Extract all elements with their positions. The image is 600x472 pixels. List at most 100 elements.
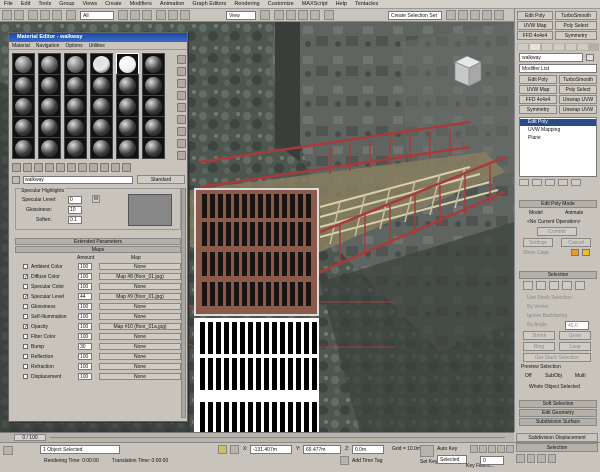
material-sample-slot[interactable] — [90, 137, 113, 159]
cancel-button[interactable]: Cancel — [561, 238, 591, 247]
soft-selection-rollout[interactable]: Soft Selection — [519, 400, 597, 408]
menu-file[interactable]: File — [0, 0, 17, 8]
set-key-button[interactable]: Set Key — [420, 459, 438, 465]
material-sample-slot[interactable] — [90, 95, 113, 117]
material-sample-slot[interactable] — [142, 137, 165, 159]
material-sample-slot[interactable] — [142, 74, 165, 96]
angle-snap-icon[interactable] — [286, 10, 296, 20]
subdivision-displacement-rollout[interactable]: Subdivision Displacement — [516, 433, 598, 442]
material-sample-slot[interactable] — [116, 137, 139, 159]
modify-tab-icon[interactable] — [530, 44, 540, 50]
show-cage-checkbox[interactable]: Show Cage — [523, 250, 549, 256]
map-slot-button[interactable]: None — [99, 343, 181, 350]
ring-button[interactable]: Ring — [523, 342, 555, 351]
reset-material-icon[interactable] — [45, 163, 54, 172]
top-poly-select-button[interactable]: Poly Select — [555, 21, 597, 30]
mode-model-radio[interactable]: Model — [529, 210, 543, 216]
map-amount-field[interactable]: 100 — [78, 283, 92, 290]
hierarchy-tab-icon[interactable] — [542, 44, 552, 50]
map-enable-checkbox[interactable] — [23, 354, 28, 359]
motion-tab-icon[interactable] — [554, 44, 564, 50]
previous-frame-icon[interactable] — [479, 445, 487, 453]
material-sample-slot[interactable] — [12, 116, 35, 138]
bind-icon[interactable] — [52, 10, 62, 20]
by-angle-checkbox[interactable]: By Angle — [527, 322, 547, 328]
menu-group[interactable]: Group — [55, 0, 78, 8]
menu-tentacles[interactable]: Tentacles — [351, 0, 382, 8]
map-amount-field[interactable]: 100 — [78, 363, 92, 370]
modifier-button-poly-select[interactable]: Poly Select — [559, 85, 597, 94]
map-slot-button[interactable]: None — [99, 283, 181, 290]
stack-item-uvw-mapping[interactable]: UVW Mapping — [528, 127, 560, 133]
map-amount-field[interactable]: 100 — [78, 313, 92, 320]
mirror-icon[interactable] — [446, 10, 456, 20]
play-icon[interactable] — [488, 445, 496, 453]
material-sample-slot[interactable] — [64, 95, 87, 117]
map-slot-button[interactable]: Map #10 (floor_01a.jpg) — [99, 323, 181, 330]
map-amount-field[interactable]: 100 — [78, 263, 92, 270]
edit-geometry-rollout[interactable]: Edit Geometry — [519, 409, 597, 417]
add-time-tag-button[interactable]: Add Time Tag — [352, 458, 382, 464]
sample-type-icon[interactable] — [177, 55, 186, 64]
element-level-icon[interactable] — [575, 281, 585, 290]
object-color-swatch[interactable] — [586, 54, 594, 61]
material-sample-slot[interactable] — [142, 53, 165, 75]
selection-bottom-rollout[interactable]: Selection — [516, 443, 598, 452]
map-slot-button[interactable]: Map #8 (floor_01.jpg) — [99, 273, 181, 280]
undo-icon[interactable] — [2, 10, 12, 20]
configure-modifier-sets-icon[interactable] — [571, 179, 581, 186]
map-slot-button[interactable]: None — [99, 263, 181, 270]
align-icon[interactable] — [458, 10, 468, 20]
material-sample-slot[interactable] — [38, 53, 61, 75]
key-selection-dropdown[interactable]: Selected — [437, 455, 467, 464]
auto-key-button[interactable]: Auto Key — [437, 446, 457, 452]
vertex-level-icon[interactable] — [523, 281, 533, 290]
soften-field[interactable]: 0.1 — [68, 216, 82, 224]
me-menu-utilities[interactable]: Utilities — [86, 42, 108, 49]
utilities-tab-icon[interactable] — [578, 44, 588, 50]
video-color-check-icon[interactable] — [177, 103, 186, 112]
top-edit-poly-button[interactable]: Edit Poly — [517, 11, 553, 20]
next-frame-icon[interactable] — [497, 445, 505, 453]
polygon-level-icon[interactable] — [562, 281, 572, 290]
stack-item-plane[interactable]: Plane — [528, 135, 541, 141]
specular-level-map-button[interactable]: M — [92, 195, 100, 203]
glossiness-field[interactable]: 10 — [68, 206, 82, 214]
map-slot-button[interactable]: None — [99, 333, 181, 340]
map-amount-field[interactable]: 100 — [78, 273, 92, 280]
map-amount-field[interactable]: 100 — [78, 323, 92, 330]
edit-poly-mode-rollout[interactable]: Edit Poly Mode — [519, 200, 597, 208]
material-sample-slot[interactable] — [64, 137, 87, 159]
curve-editor-icon[interactable] — [482, 10, 492, 20]
reference-coordinate-dropdown[interactable]: View — [226, 11, 256, 20]
make-preview-icon[interactable] — [177, 115, 186, 124]
material-editor-window[interactable]: Material Editor - walkway Material Naviga… — [8, 32, 188, 422]
rect-select-icon[interactable] — [130, 10, 140, 20]
grow-button[interactable]: Grow — [559, 331, 591, 340]
create-tab-icon[interactable] — [518, 44, 528, 50]
cage-color-swatch[interactable] — [571, 249, 579, 256]
show-end-result-toggle-icon[interactable] — [532, 179, 542, 186]
map-amount-field[interactable]: 100 — [78, 333, 92, 340]
unlink-icon[interactable] — [40, 10, 50, 20]
material-sample-slot[interactable] — [12, 137, 35, 159]
use-stack-selection-checkbox[interactable]: Use Stack Selection — [527, 295, 572, 301]
ignore-backfacing-checkbox[interactable]: Ignore Backfacing — [527, 313, 567, 319]
material-sample-slot[interactable] — [90, 74, 113, 96]
map-enable-checkbox[interactable] — [23, 264, 28, 269]
material-sample-slot[interactable] — [12, 95, 35, 117]
shrink-button[interactable]: Shrink — [523, 331, 555, 340]
preview-off-radio[interactable]: Off — [525, 373, 532, 379]
by-angle-field[interactable]: 45.0 — [565, 321, 589, 330]
go-to-end-icon[interactable] — [506, 445, 514, 453]
zoom-all-icon[interactable] — [526, 454, 535, 463]
menu-create[interactable]: Create — [101, 0, 126, 8]
background-icon[interactable] — [177, 79, 186, 88]
percent-snap-icon[interactable] — [298, 10, 308, 20]
zoom-icon[interactable] — [516, 454, 525, 463]
link-icon[interactable] — [28, 10, 38, 20]
map-enable-checkbox[interactable] — [23, 284, 28, 289]
get-material-icon[interactable] — [12, 163, 21, 172]
material-sample-slot[interactable] — [12, 53, 35, 75]
go-to-parent-icon[interactable] — [111, 163, 120, 172]
